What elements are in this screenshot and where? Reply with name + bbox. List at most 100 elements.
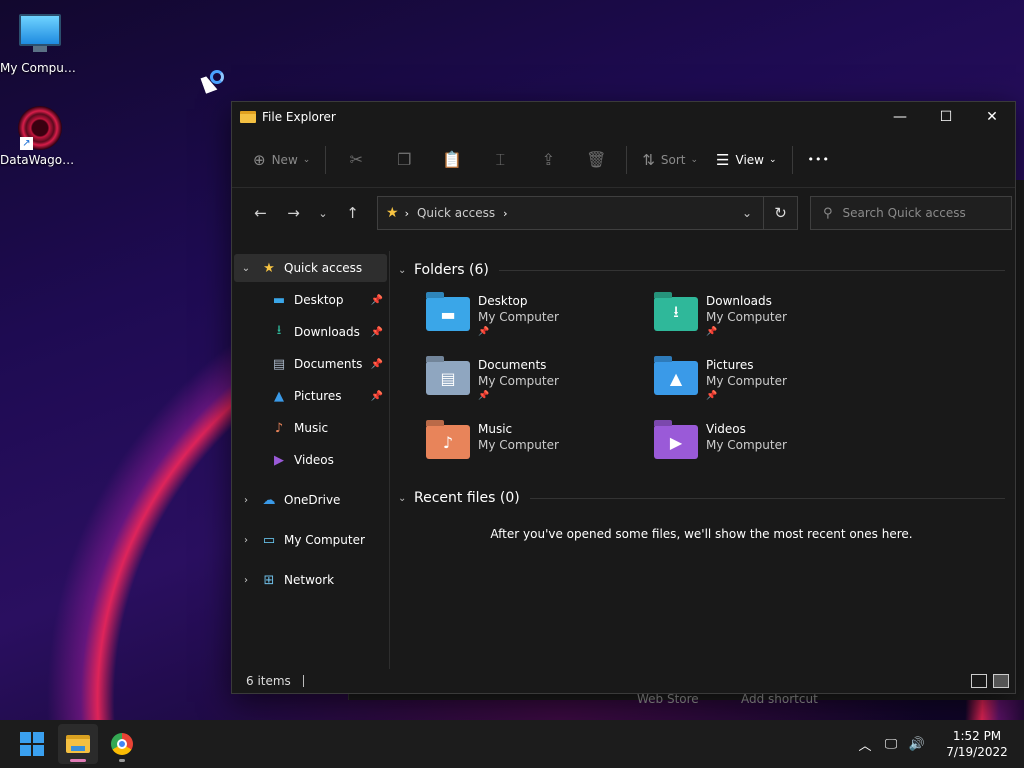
chevron-right-icon[interactable]: › bbox=[234, 495, 258, 506]
folder-location: My Computer bbox=[706, 438, 787, 452]
recent-files-section-header[interactable]: ⌄ Recent files (0) bbox=[398, 485, 1005, 511]
sidebar-item-label: My Computer bbox=[284, 533, 365, 547]
taskbar-chrome[interactable] bbox=[102, 724, 142, 764]
sidebar-item-documents[interactable]: ▤ Documents 📌 bbox=[234, 350, 387, 378]
chevron-down-icon[interactable]: ⌄ bbox=[234, 263, 258, 274]
recent-locations-chevron-icon[interactable]: ⌄ bbox=[310, 207, 336, 220]
folders-section-header[interactable]: ⌄ Folders (6) bbox=[398, 257, 1005, 283]
folder-name: Downloads bbox=[706, 294, 772, 308]
content-pane[interactable]: ⌄ Folders (6) ▬ Desktop My Computer 📌 ⭳ Downl… bbox=[390, 251, 1015, 669]
folder-tile[interactable]: ▤ Documents My Computer 📌 bbox=[426, 351, 654, 415]
new-button[interactable]: ⊕ New ⌄ bbox=[244, 144, 319, 176]
folder-tile[interactable]: ▶ Videos My Computer bbox=[654, 415, 882, 479]
star-icon: ★ bbox=[263, 260, 275, 276]
pin-icon: 📌 bbox=[478, 391, 490, 401]
folder-name: Pictures bbox=[706, 358, 754, 372]
sidebar-item-label: Quick access bbox=[284, 261, 363, 275]
folder-tile[interactable]: ▲ Pictures My Computer 📌 bbox=[654, 351, 882, 415]
pin-icon: 📌 bbox=[370, 326, 383, 338]
desktop-icon-my-computer[interactable]: My Computer bbox=[0, 10, 80, 75]
rename-icon[interactable]: ⌶ bbox=[476, 150, 524, 170]
network-status-icon[interactable]: 🖵 bbox=[878, 737, 904, 752]
forward-arrow-icon[interactable]: → bbox=[277, 204, 310, 222]
file-explorer-window[interactable]: File Explorer — ☐ ✕ ⊕ New ⌄ ✂ ❐ 📋 ⌶ ⇪ 🗑 … bbox=[231, 101, 1016, 694]
status-divider bbox=[302, 675, 304, 687]
maximize-button[interactable]: ☐ bbox=[923, 102, 969, 132]
minimize-button[interactable]: — bbox=[877, 102, 923, 132]
cloud-icon: ☁ bbox=[262, 492, 276, 508]
music-icon: ♪ bbox=[274, 420, 284, 436]
document-icon: ▤ bbox=[272, 356, 286, 372]
show-hidden-icons-chevron-icon[interactable]: ︿ bbox=[852, 735, 878, 754]
cut-icon[interactable]: ✂ bbox=[332, 150, 380, 169]
windows-logo-icon bbox=[20, 732, 44, 756]
sidebar-item-my-computer[interactable]: › ▭ My Computer bbox=[234, 526, 387, 554]
clock-time: 1:52 PM bbox=[952, 729, 1002, 743]
folder-location: My Computer bbox=[478, 438, 559, 452]
sidebar-item-label: Desktop bbox=[294, 293, 344, 307]
pin-icon: 📌 bbox=[370, 390, 383, 402]
sidebar-item-downloads[interactable]: ⭳ Downloads 📌 bbox=[234, 318, 387, 346]
chevron-right-icon[interactable]: › bbox=[234, 535, 258, 546]
desktop-icon-datawagon[interactable]: ↗ DataWagon... bbox=[0, 106, 80, 167]
paste-icon[interactable]: 📋 bbox=[428, 150, 476, 169]
sidebar-item-onedrive[interactable]: › ☁ OneDrive bbox=[234, 486, 387, 514]
search-input[interactable]: ⚲ Search Quick access bbox=[810, 196, 1012, 230]
monitor-icon bbox=[18, 14, 62, 58]
folder-tile[interactable]: ♪ Music My Computer bbox=[426, 415, 654, 479]
desktop-folder-icon: ▬ bbox=[272, 292, 286, 308]
folder-tile[interactable]: ▬ Desktop My Computer 📌 bbox=[426, 287, 654, 351]
taskbar: ︿ 🖵 🔊 1:52 PM 7/19/2022 bbox=[0, 720, 1024, 768]
sidebar-item-label: Documents bbox=[294, 357, 363, 371]
back-arrow-icon[interactable]: ← bbox=[244, 204, 277, 222]
sidebar-item-label: OneDrive bbox=[284, 493, 341, 507]
refresh-icon[interactable]: ↻ bbox=[763, 197, 797, 229]
sort-button[interactable]: ⇅ Sort ⌄ bbox=[633, 144, 707, 176]
address-bar[interactable]: ★ › Quick access › ⌄ ↻ bbox=[377, 196, 798, 230]
system-tray: ︿ 🖵 🔊 1:52 PM 7/19/2022 bbox=[852, 720, 1024, 768]
start-button[interactable] bbox=[12, 724, 52, 764]
sidebar-item-desktop[interactable]: ▬ Desktop 📌 bbox=[234, 286, 387, 314]
sidebar-item-quick-access[interactable]: ⌄ ★ Quick access bbox=[234, 254, 387, 282]
sidebar-item-label: Music bbox=[294, 421, 329, 435]
close-button[interactable]: ✕ bbox=[969, 102, 1015, 132]
sidebar-item-music[interactable]: ♪ Music bbox=[234, 414, 387, 442]
sidebar-item-network[interactable]: › ⊞ Network bbox=[234, 566, 387, 594]
search-icon: ⚲ bbox=[823, 205, 833, 221]
datawagon-shortcut-icon: ↗ bbox=[18, 106, 62, 150]
videos-folder-icon: ▶ bbox=[654, 425, 698, 459]
sidebar-item-pictures[interactable]: ▲ Pictures 📌 bbox=[234, 382, 387, 410]
share-icon[interactable]: ⇪ bbox=[524, 150, 572, 169]
breadcrumb-quick-access[interactable]: Quick access bbox=[417, 206, 495, 220]
pictures-folder-icon: ▲ bbox=[654, 361, 698, 395]
sidebar-item-videos[interactable]: ▶ Videos bbox=[234, 446, 387, 474]
folder-tile[interactable]: ⭳ Downloads My Computer 📌 bbox=[654, 287, 882, 351]
volume-icon[interactable]: 🔊 bbox=[904, 737, 930, 752]
address-dropdown-icon[interactable]: ⌄ bbox=[731, 206, 763, 220]
item-count: 6 items bbox=[246, 674, 291, 688]
desktop-icon-label: DataWagon... bbox=[0, 153, 80, 167]
taskbar-file-explorer[interactable] bbox=[58, 724, 98, 764]
section-title: Recent files (0) bbox=[414, 490, 520, 506]
details-view-icon[interactable] bbox=[971, 674, 987, 688]
large-icons-view-icon[interactable] bbox=[993, 674, 1009, 688]
pin-icon: 📌 bbox=[370, 358, 383, 370]
copy-icon[interactable]: ❐ bbox=[380, 150, 428, 169]
command-bar: ⊕ New ⌄ ✂ ❐ 📋 ⌶ ⇪ 🗑 ⇅ Sort ⌄ ☰ View ⌄ ••… bbox=[232, 132, 1015, 188]
more-options-button[interactable]: ••• bbox=[799, 144, 839, 176]
navigation-pane[interactable]: ⌄ ★ Quick access ▬ Desktop 📌 ⭳ Downloads… bbox=[232, 251, 390, 669]
clock[interactable]: 1:52 PM 7/19/2022 bbox=[938, 728, 1016, 760]
delete-icon[interactable]: 🗑 bbox=[572, 150, 620, 169]
view-button[interactable]: ☰ View ⌄ bbox=[707, 144, 785, 176]
up-arrow-icon[interactable]: ↑ bbox=[336, 204, 369, 222]
chevron-down-icon: ⌄ bbox=[302, 154, 311, 165]
view-list-icon: ☰ bbox=[716, 150, 730, 169]
folder-name: Desktop bbox=[478, 294, 528, 308]
title-bar[interactable]: File Explorer — ☐ ✕ bbox=[232, 102, 1015, 132]
chevron-right-icon[interactable]: › bbox=[234, 575, 258, 586]
view-button-label: View bbox=[735, 152, 764, 167]
folder-location: My Computer bbox=[478, 310, 559, 324]
chevron-down-icon[interactable]: ⌄ bbox=[398, 265, 414, 276]
chevron-down-icon[interactable]: ⌄ bbox=[398, 493, 414, 504]
new-button-label: New bbox=[271, 152, 298, 167]
